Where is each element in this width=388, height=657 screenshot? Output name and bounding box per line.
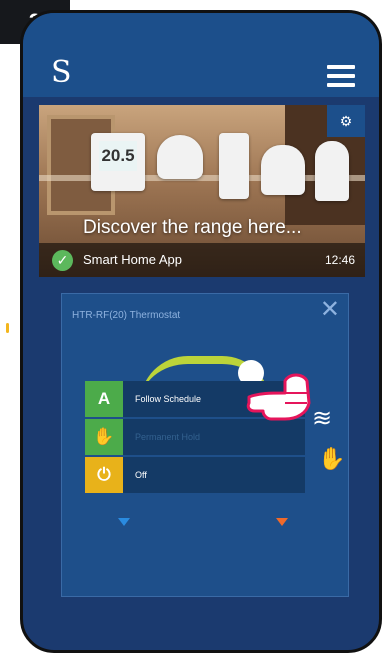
- check-icon: ✓: [52, 250, 73, 271]
- increase-arrow-icon[interactable]: [276, 518, 288, 526]
- pointer-hand-icon: [246, 373, 311, 421]
- phone-frame: S 20.5 ⚙ Discover the range here... ✓ Sm…: [20, 10, 382, 653]
- banner-title: Discover the range here...: [83, 217, 302, 238]
- schedule-icon: A: [85, 381, 123, 417]
- thermostat-device: 20.5: [91, 133, 145, 191]
- hamburger-icon[interactable]: [327, 65, 355, 92]
- mode-off[interactable]: ⏻ Off: [85, 457, 305, 493]
- decrease-arrow-icon[interactable]: [118, 518, 130, 526]
- gear-icon[interactable]: ⚙: [327, 105, 365, 137]
- thermostat-display: 20.5: [99, 141, 137, 171]
- plug-device: [219, 133, 249, 199]
- manual-mode-icon: ✋: [318, 446, 346, 471]
- mode-permanent-hold[interactable]: ✋ Permanent Hold: [85, 419, 305, 455]
- mode-label: Permanent Hold: [123, 419, 305, 455]
- detector-device: [315, 141, 349, 201]
- card-title: HTR-RF(20) Thermostat: [72, 310, 181, 321]
- hand-icon: ✋: [85, 419, 123, 455]
- banner-footer: ✓ Smart Home App 12:46: [39, 243, 365, 277]
- power-icon: ⏻: [85, 457, 123, 493]
- app-name: Smart Home App: [83, 252, 182, 267]
- promo-banner[interactable]: 20.5 ⚙ Discover the range here... ✓ Smar…: [39, 105, 365, 277]
- hub-device: [261, 145, 305, 195]
- top-bar: S: [23, 13, 379, 97]
- app-logo: S: [51, 55, 72, 90]
- sensor-device: [157, 135, 203, 179]
- time-label: 12:46: [324, 253, 355, 267]
- mode-label: Off: [123, 457, 305, 493]
- close-icon[interactable]: ✕: [320, 298, 340, 322]
- edge-marker: [6, 323, 9, 333]
